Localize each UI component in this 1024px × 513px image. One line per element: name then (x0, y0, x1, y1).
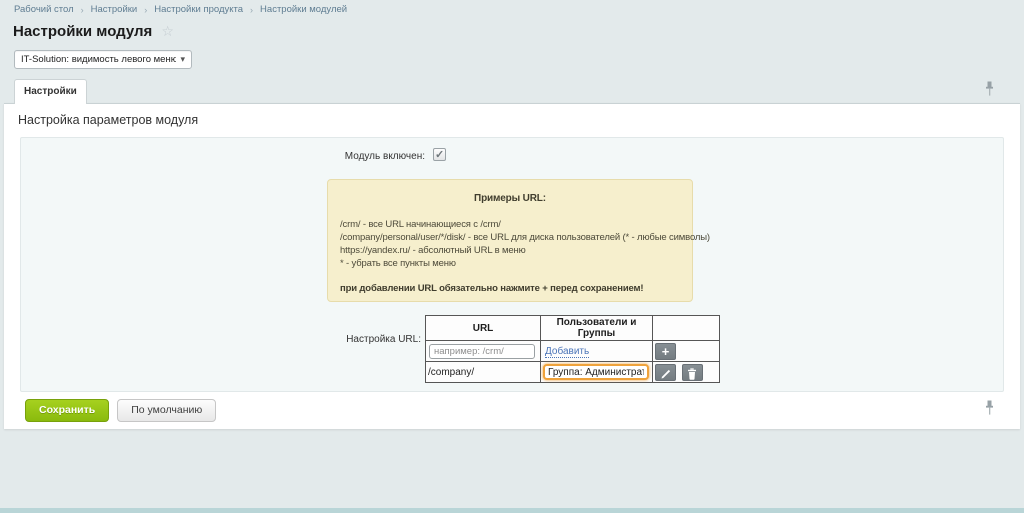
chevron-down-icon: ▾ (180, 54, 185, 65)
info-box-title: Примеры URL: (328, 193, 692, 204)
module-enabled-label: Модуль включен: (21, 151, 425, 162)
default-button[interactable]: По умолчанию (117, 399, 216, 422)
save-button[interactable]: Сохранить (25, 399, 109, 422)
breadcrumb-link-product-settings[interactable]: Настройки продукта (154, 4, 243, 15)
add-users-link[interactable]: Добавить (545, 346, 589, 358)
table-header-actions (653, 316, 720, 341)
breadcrumb: Рабочий стол › Настройки › Настройки про… (14, 4, 347, 15)
row-users-input[interactable] (543, 364, 649, 380)
info-box-note: при добавлении URL обязательно нажмите +… (340, 283, 692, 294)
pin-icon[interactable] (984, 400, 995, 417)
pencil-icon (660, 368, 672, 380)
add-row-button[interactable]: + (655, 343, 676, 360)
info-line: /company/personal/user/*/disk/ - все URL… (340, 231, 692, 244)
info-line: https://yandex.ru/ - абсолютный URL в ме… (340, 244, 692, 257)
module-select[interactable]: IT-Solution: видимость левого меню ▾ (14, 50, 192, 69)
module-select-value: IT-Solution: видимость левого меню (21, 54, 176, 65)
url-settings-label: Настройка URL: (21, 334, 421, 345)
trash-icon (686, 368, 698, 380)
info-box-lines: /crm/ - все URL начинающиеся с /crm/ /co… (340, 218, 692, 270)
new-url-input[interactable] (429, 344, 535, 359)
breadcrumb-separator-icon: › (144, 5, 147, 15)
settings-panel: Настройка параметров модуля Модуль включ… (4, 103, 1020, 429)
favorite-star-icon[interactable]: ☆ (161, 23, 174, 39)
url-examples-info-box: Примеры URL: /crm/ - все URL начинающиес… (327, 179, 693, 302)
page-title-text: Настройки модуля (13, 23, 152, 40)
table-header-users: Пользователи и Группы (541, 316, 653, 341)
panel-heading: Настройка параметров модуля (18, 113, 198, 127)
info-line: /crm/ - все URL начинающиеся с /crm/ (340, 218, 692, 231)
table-header-url: URL (426, 316, 541, 341)
page-title: Настройки модуля ☆ (13, 23, 174, 40)
row-url-value: /company/ (426, 362, 541, 383)
bottom-accent-bar (0, 508, 1024, 513)
module-parameters-box: Модуль включен: Примеры URL: /crm/ - все… (20, 137, 1004, 392)
edit-row-button[interactable] (655, 364, 676, 381)
table-row-new: Добавить + (426, 341, 720, 362)
breadcrumb-link-module-settings[interactable]: Настройки модулей (260, 4, 347, 15)
breadcrumb-separator-icon: › (81, 5, 84, 15)
plus-icon: + (662, 344, 670, 359)
table-row: /company/ (426, 362, 720, 383)
module-enabled-checkbox[interactable] (433, 148, 446, 161)
tab-settings[interactable]: Настройки (14, 79, 87, 104)
info-line: * - убрать все пункты меню (340, 257, 692, 270)
footer-buttons: Сохранить По умолчанию (25, 399, 216, 422)
breadcrumb-separator-icon: › (250, 5, 253, 15)
delete-row-button[interactable] (682, 364, 703, 381)
breadcrumb-link-settings[interactable]: Настройки (91, 4, 138, 15)
url-settings-table: URL Пользователи и Группы Добавить + (425, 315, 720, 383)
pin-icon[interactable] (984, 81, 995, 98)
breadcrumb-link-desktop[interactable]: Рабочий стол (14, 4, 74, 15)
